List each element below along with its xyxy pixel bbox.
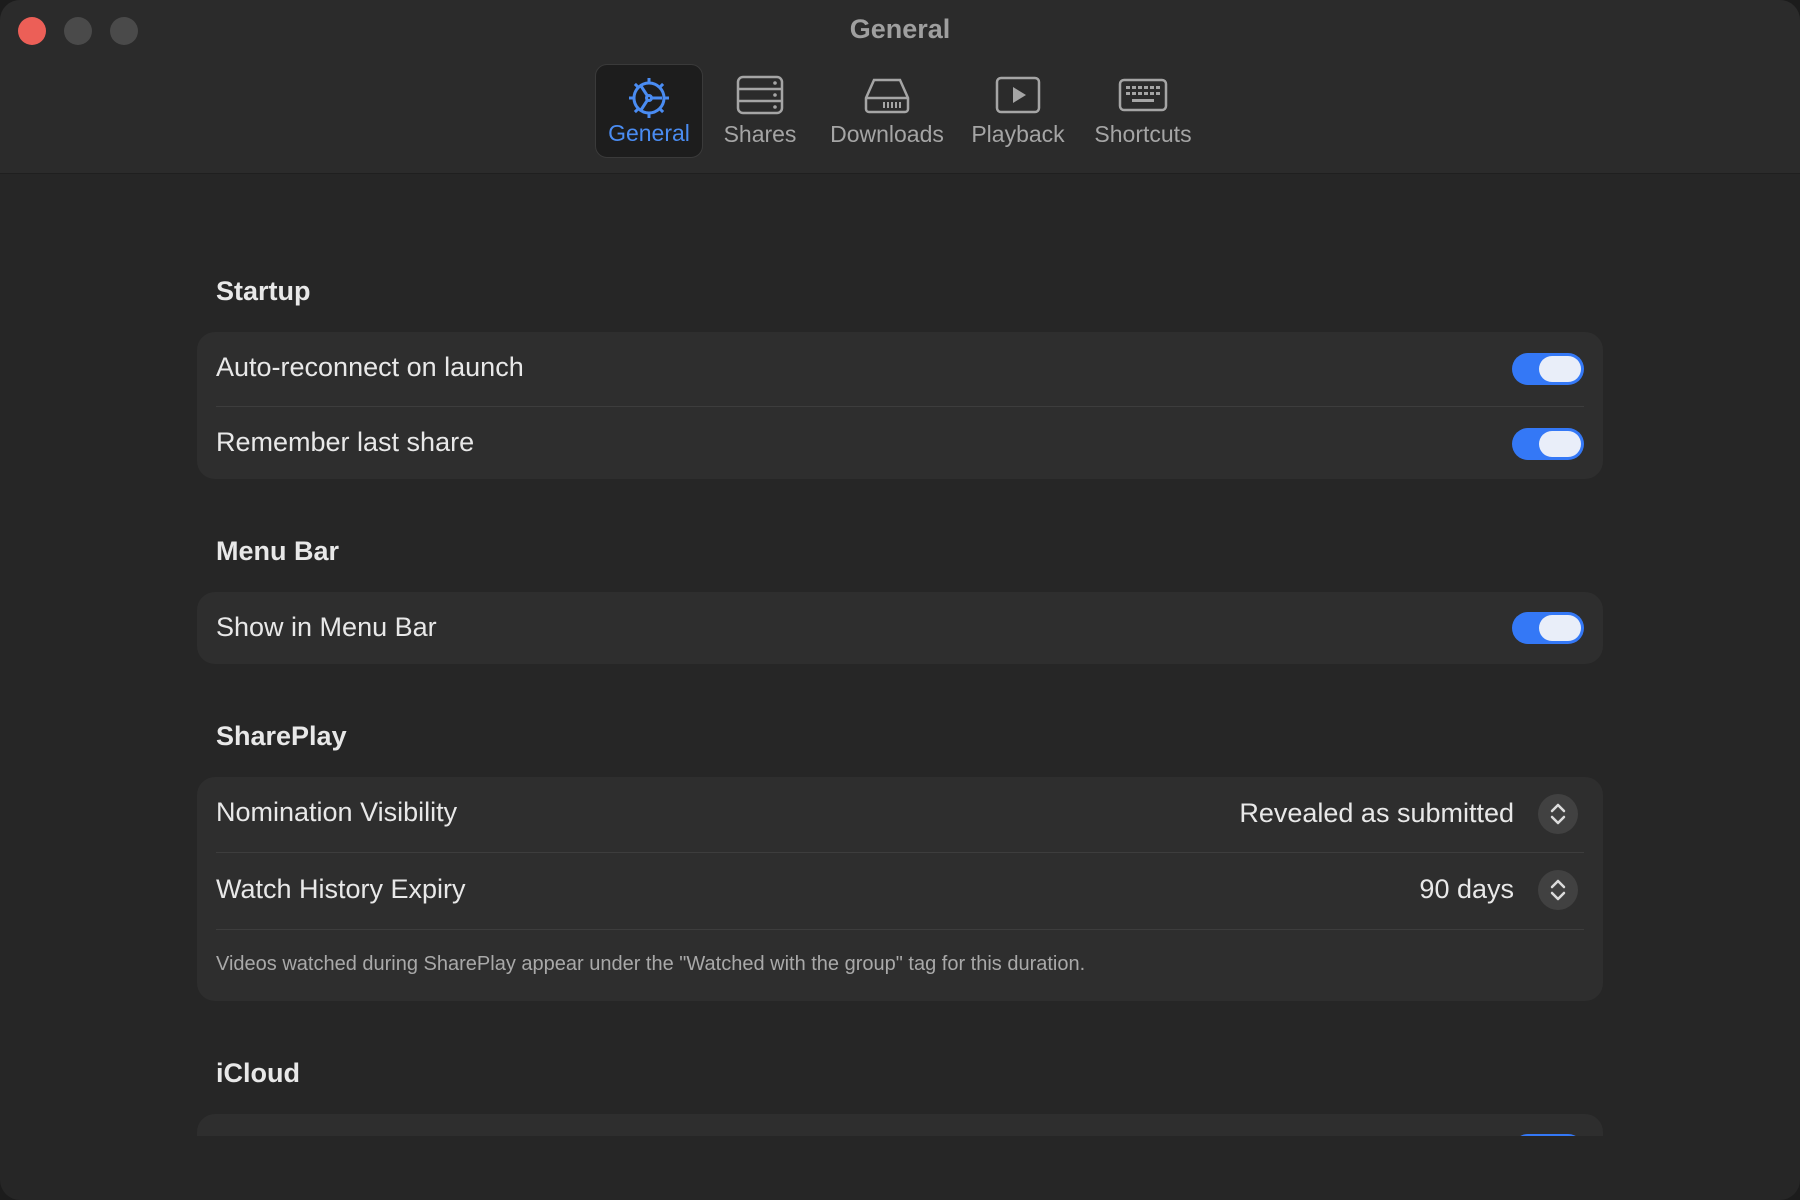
nomination-visibility-stepper[interactable] — [1538, 794, 1578, 834]
settings-window: General General Shares Downloads Playbac… — [0, 0, 1800, 1200]
watch-history-note: Videos watched during SharePlay appear u… — [216, 953, 1086, 975]
row-divider — [216, 929, 1584, 930]
toggle-knob — [1539, 615, 1581, 641]
auto-reconnect-toggle[interactable] — [1512, 353, 1584, 385]
chevron-up-down-icon — [1550, 879, 1566, 901]
show-in-menu-bar-toggle[interactable] — [1512, 612, 1584, 644]
settings-content: Startup Auto-reconnect on launch Remembe… — [0, 174, 1800, 1136]
nomination-visibility-value[interactable]: Revealed as submitted — [1239, 798, 1514, 829]
tab-label: General — [608, 120, 690, 146]
watch-history-expiry-row[interactable]: Watch History Expiry 90 days — [216, 853, 1584, 928]
nomination-visibility-row[interactable]: Nomination Visibility Revealed as submit… — [216, 777, 1584, 852]
icloud-group — [197, 1114, 1603, 1136]
watch-history-expiry-stepper[interactable] — [1538, 870, 1578, 910]
watch-history-expiry-value[interactable]: 90 days — [1419, 874, 1514, 905]
section-title-icloud: iCloud — [216, 1058, 300, 1088]
tab-label: Shares — [723, 121, 797, 147]
gear-icon — [629, 78, 669, 118]
icloud-toggle[interactable] — [1512, 1134, 1584, 1136]
drive-icon — [864, 78, 910, 114]
title-bar: General General Shares Downloads Playbac… — [0, 0, 1800, 174]
auto-reconnect-row: Auto-reconnect on launch — [216, 332, 1584, 406]
tab-downloads[interactable]: Downloads — [822, 64, 952, 158]
auto-reconnect-label: Auto-reconnect on launch — [216, 352, 524, 382]
startup-group: Auto-reconnect on launch Remember last s… — [197, 332, 1603, 479]
remember-last-share-row: Remember last share — [216, 407, 1584, 479]
tab-general[interactable]: General — [595, 64, 703, 158]
show-in-menu-bar-label: Show in Menu Bar — [216, 612, 437, 642]
tab-shortcuts[interactable]: Shortcuts — [1086, 64, 1200, 158]
section-title-shareplay: SharePlay — [216, 721, 347, 751]
server-stack-icon — [736, 75, 784, 115]
play-icon — [995, 76, 1041, 114]
toggle-knob — [1539, 431, 1581, 457]
chevron-up-down-icon — [1550, 803, 1566, 825]
tab-shares[interactable]: Shares — [712, 64, 808, 158]
watch-history-expiry-label: Watch History Expiry — [216, 874, 466, 904]
remember-last-share-toggle[interactable] — [1512, 428, 1584, 460]
tab-label: Playback — [971, 121, 1065, 147]
tab-label: Downloads — [830, 121, 944, 147]
toolbar-tabs: General Shares Downloads Playback Shortc… — [0, 64, 1800, 160]
remember-last-share-label: Remember last share — [216, 427, 475, 457]
tab-playback[interactable]: Playback — [962, 64, 1074, 158]
nomination-visibility-label: Nomination Visibility — [216, 797, 458, 827]
show-in-menu-bar-row: Show in Menu Bar — [216, 592, 1584, 664]
window-title: General — [849, 14, 951, 44]
tab-label: Shortcuts — [1094, 121, 1192, 147]
menu-bar-group: Show in Menu Bar — [197, 592, 1603, 664]
toggle-knob — [1539, 356, 1581, 382]
keyboard-icon — [1118, 78, 1168, 112]
section-title-menu-bar: Menu Bar — [216, 536, 340, 566]
section-title-startup: Startup — [216, 276, 311, 306]
